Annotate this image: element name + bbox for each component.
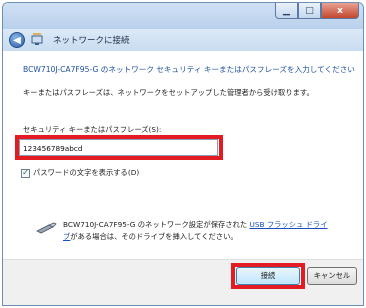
minimize-icon: ▁ (283, 5, 290, 16)
back-arrow-icon: ◀ (13, 34, 21, 46)
minimize-button[interactable]: ▁ (275, 3, 298, 19)
navigation-bar: ◀ ネットワークに接続 (3, 29, 363, 51)
maximize-button[interactable]: □ (298, 3, 321, 19)
usb-text-suffix: がある場合は、そのドライブを挿入してください。 (70, 232, 238, 241)
title-bar[interactable]: ▁ □ x (3, 3, 363, 29)
main-content: BCW710J-CA7F95-G のネットワーク セキュリティ キーまたはパスフ… (3, 51, 363, 259)
network-icon (31, 33, 43, 45)
cancel-button[interactable]: キャンセル (307, 267, 357, 285)
usb-drive-icon (36, 222, 57, 234)
nav-title: ネットワークに接続 (53, 36, 130, 46)
usb-instruction-line2: ブがある場合は、そのドライブを挿入してください。 (63, 232, 238, 242)
show-characters-label: パスワードの文字を表示する(D) (33, 168, 140, 177)
maximize-icon: □ (305, 5, 314, 16)
description-text: キーまたはパスフレーズは、ネットワークをセットアップした管理者から受け取ります。 (23, 88, 314, 97)
highlight-box-input (15, 135, 223, 160)
button-bar: 接続 キャンセル (3, 259, 363, 305)
usb-text-prefix: BCW710J-CA7F95-G のネットワーク設定が保存された (63, 220, 248, 229)
close-button[interactable]: x (321, 3, 359, 19)
show-characters-row[interactable]: ✓ パスワードの文字を表示する(D) (21, 168, 139, 178)
close-icon: x (337, 5, 343, 16)
security-key-label: セキュリティ キーまたはパスフレーズ(S): (23, 125, 162, 134)
usb-instruction-line1: BCW710J-CA7F95-G のネットワーク設定が保存された USB フラッ… (63, 220, 328, 230)
dialog-window: ▁ □ x ◀ ネットワークに接続 BCW710J-CA7F95-G のネットワ… (2, 2, 364, 306)
show-characters-checkbox[interactable]: ✓ (21, 168, 30, 178)
page-heading: BCW710J-CA7F95-G のネットワーク セキュリティ キーまたはパスフ… (23, 65, 355, 74)
back-button[interactable]: ◀ (9, 32, 25, 48)
window-controls: ▁ □ x (275, 3, 359, 19)
highlight-box-connect (231, 263, 305, 289)
usb-link[interactable]: USB フラッシュ ドライ (250, 220, 328, 229)
